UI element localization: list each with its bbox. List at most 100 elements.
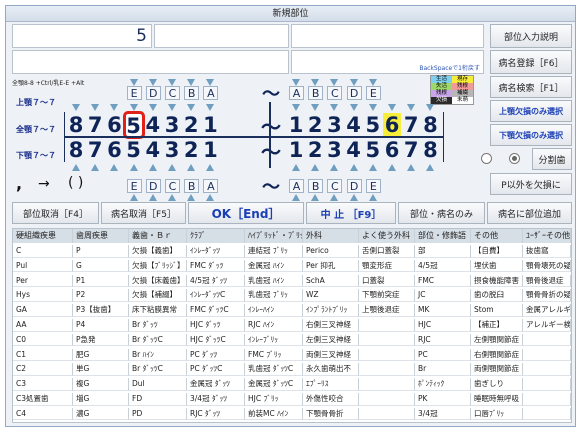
- lower-left-letter-D[interactable]: D: [346, 179, 362, 193]
- upper-left-letter-D[interactable]: D: [346, 86, 362, 100]
- upper-letter-marker[interactable]: [311, 79, 320, 86]
- lower-letter-marker[interactable]: [148, 194, 157, 201]
- grid-header[interactable]: 外科: [303, 229, 359, 243]
- grid-cell[interactable]: PC: [415, 348, 471, 362]
- grid-cell[interactable]: 下顎骨骨折: [303, 407, 359, 421]
- grid-cell[interactable]: PK: [415, 393, 471, 406]
- grid-cell[interactable]: ｲﾝﾚｰﾀﾞｯﾂ: [187, 245, 245, 258]
- grid-cell[interactable]: 口蓋裂: [359, 274, 415, 288]
- upper-tooth-marker[interactable]: [72, 104, 80, 111]
- upper-tooth-marker[interactable]: [407, 104, 416, 111]
- grid-cell[interactable]: FD: [129, 393, 187, 406]
- grid-cell[interactable]: Pul: [13, 259, 73, 273]
- upper-right-tooth-3[interactable]: 3: [163, 113, 181, 137]
- grid-cell[interactable]: 口唇ﾌﾞﾘｯ: [471, 407, 523, 421]
- grid-cell[interactable]: JC: [415, 289, 471, 302]
- lower-left-tooth-2[interactable]: 2: [306, 138, 324, 162]
- grid-cell[interactable]: 歯の脱臼: [471, 289, 523, 302]
- grid-cell[interactable]: 単G: [73, 363, 129, 376]
- upper-left-tooth-3[interactable]: 3: [325, 113, 343, 137]
- grid-cell[interactable]: RJC ﾀﾞｯﾂ: [187, 407, 245, 421]
- lower-tooth-marker[interactable]: [206, 164, 215, 171]
- upper-letter-marker[interactable]: [206, 79, 215, 86]
- upper-letter-marker[interactable]: [292, 79, 300, 86]
- grid-cell[interactable]: G: [73, 259, 129, 273]
- lower-left-tooth-7[interactable]: 7: [402, 138, 420, 162]
- lower-right-tooth-2[interactable]: 2: [182, 138, 200, 162]
- grid-cell[interactable]: 濃G: [73, 407, 129, 421]
- upper-tooth-marker[interactable]: [388, 104, 396, 111]
- grid-cell[interactable]: 欠損【床義歯】: [129, 274, 187, 288]
- grid-cell[interactable]: 上顎後退症: [359, 304, 415, 317]
- lower-letter-marker[interactable]: [168, 194, 176, 201]
- grid-cell[interactable]: Per: [13, 274, 73, 288]
- grid-cell[interactable]: 3/4冠 ﾀﾞｯﾂ: [187, 393, 245, 406]
- upper-right-tooth-6[interactable]: 6: [105, 113, 123, 137]
- lower-left-tooth-1[interactable]: 1: [287, 138, 305, 162]
- grid-cell[interactable]: Hys: [13, 289, 73, 302]
- grid-cell[interactable]: 顎骨骨折の疑: [523, 289, 571, 302]
- lower-tooth-marker[interactable]: [407, 164, 416, 171]
- grid-cell[interactable]: SchA: [303, 274, 359, 288]
- grid-cell[interactable]: 埋伏歯: [471, 259, 523, 273]
- grid-cell[interactable]: 複G: [73, 378, 129, 391]
- grid-cell[interactable]: C1: [13, 348, 73, 362]
- upper-left-tooth-6[interactable]: 6: [383, 113, 401, 137]
- upper-right-letter-E[interactable]: E: [126, 86, 142, 100]
- grid-cell[interactable]: 増G: [73, 393, 129, 406]
- lower-left-tooth-4[interactable]: 4: [345, 138, 363, 162]
- upper-letter-marker[interactable]: [349, 79, 358, 86]
- grid-cell[interactable]: GA: [13, 304, 73, 317]
- lower-tooth-marker[interactable]: [426, 164, 435, 171]
- lower-left-tooth-3[interactable]: 3: [325, 138, 343, 162]
- upper-right-tooth-1[interactable]: 1: [201, 113, 219, 137]
- upper-right-letter-C[interactable]: C: [165, 86, 180, 100]
- grid-cell[interactable]: AA: [13, 319, 73, 332]
- grid-header[interactable]: よく使う外科: [359, 229, 415, 243]
- lower-right-tooth-5[interactable]: 5: [125, 138, 143, 162]
- lower-tooth-marker[interactable]: [110, 164, 119, 171]
- lower-right-letter-D[interactable]: D: [145, 179, 161, 193]
- grid-cell[interactable]: 乳歯冠 ﾌﾞﾘｯ: [245, 289, 303, 302]
- lower-tooth-marker[interactable]: [148, 164, 157, 171]
- grid-cell[interactable]: 【補正】: [471, 319, 523, 332]
- grid-cell[interactable]: 金属冠 ﾀﾞｯﾂC: [245, 378, 303, 391]
- grid-cell[interactable]: ｴﾌﾟｰﾘｽ: [303, 378, 359, 391]
- upper-letter-marker[interactable]: [330, 79, 339, 86]
- grid-cell[interactable]: 顎骨壊死の疑: [523, 259, 571, 273]
- grid-cell[interactable]: FMC ﾌﾞﾘｯ: [245, 348, 303, 362]
- grid-cell[interactable]: 4/5冠: [415, 259, 471, 273]
- lower-tooth-marker[interactable]: [91, 164, 100, 171]
- upper-right-tooth-5[interactable]: 5: [122, 111, 145, 139]
- grid-cell[interactable]: 前装MC ﾊｲﾝ: [245, 407, 303, 421]
- grid-cell[interactable]: Br ﾀﾞｯﾂC: [129, 363, 187, 376]
- grid-cell[interactable]: 下顎前突症: [359, 289, 415, 302]
- grid-cell[interactable]: Br ﾊｲﾝ: [129, 348, 187, 362]
- upper-letter-marker[interactable]: [368, 79, 377, 86]
- grid-header[interactable]: ﾊｲﾌﾞﾘｯﾄﾞ・ﾌﾞﾘｯｼﾞ: [245, 229, 303, 243]
- upper-left-letter-E[interactable]: E: [365, 86, 381, 100]
- grid-cell[interactable]: PC ﾀﾞｯﾂC: [187, 363, 245, 376]
- upper-tooth-marker[interactable]: [426, 104, 435, 111]
- grid-cell[interactable]: Perico: [303, 245, 359, 258]
- grid-header[interactable]: その他: [471, 229, 523, 243]
- stop-button[interactable]: 中 止 ［F9］: [306, 202, 396, 224]
- upper-tooth-marker[interactable]: [292, 104, 300, 111]
- grid-cell[interactable]: RJC ﾊｲﾝ: [245, 319, 303, 332]
- lower-tooth-marker[interactable]: [292, 164, 300, 171]
- grid-header[interactable]: 歯周疾患: [73, 229, 129, 243]
- upper-right-letter-D[interactable]: D: [145, 86, 161, 100]
- grid-cell[interactable]: HJC ﾀﾞｯﾂC: [187, 333, 245, 347]
- grid-cell[interactable]: 舌側口蓋裂: [359, 245, 415, 258]
- grid-cell[interactable]: 床下粘膜異常: [129, 304, 187, 317]
- grid-cell[interactable]: Br: [415, 363, 471, 376]
- upper-right-tooth-7[interactable]: 7: [86, 113, 104, 137]
- upper-left-tooth-7[interactable]: 7: [402, 113, 420, 137]
- lower-letter-marker[interactable]: [206, 194, 215, 201]
- upper-tooth-marker[interactable]: [187, 104, 196, 111]
- lower-left-letter-E[interactable]: E: [365, 179, 381, 193]
- grid-cell[interactable]: 右側顎関節症: [471, 348, 523, 362]
- upper-tooth-marker[interactable]: [110, 104, 119, 111]
- lower-right-tooth-7[interactable]: 7: [86, 138, 104, 162]
- grid-cell[interactable]: Dul: [129, 378, 187, 391]
